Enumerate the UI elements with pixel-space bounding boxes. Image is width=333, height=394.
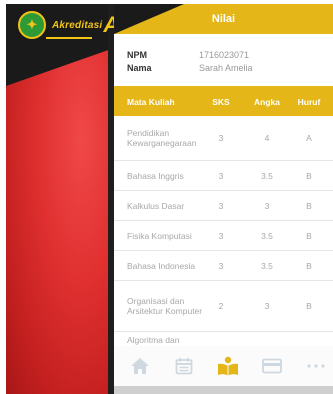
bottom-strip xyxy=(114,386,333,394)
course-name: Kalkulus Dasar xyxy=(127,200,185,211)
course-name: Bahasa Indonesia xyxy=(127,260,196,271)
course-letter: B xyxy=(306,200,312,211)
npm-label: NPM xyxy=(127,50,147,60)
course-sks: 2 xyxy=(218,301,224,311)
accreditation-logo: ✦ Akreditasi A xyxy=(18,11,114,39)
table-row[interactable]: Bahasa Inggris 3 3.5 B xyxy=(114,161,333,191)
course-value: 3.5 xyxy=(261,230,273,241)
table-row[interactable]: Bahasa Indonesia 3 3.5 B xyxy=(114,251,333,281)
course-letter: B xyxy=(306,260,312,271)
name-label: Nama xyxy=(127,63,152,73)
course-value: 3.5 xyxy=(261,260,273,271)
logo-letter: A xyxy=(103,14,114,36)
course-letter: B xyxy=(306,170,312,181)
npm-value: 1716023071 xyxy=(199,50,250,60)
logo-underline xyxy=(46,37,92,39)
course-name: Pendidikan Kewarganegaraan xyxy=(127,128,197,148)
phone-screen: Nilai NPM 1716023071 Nama Sarah Amelia M… xyxy=(114,4,333,394)
grades-table-header: Mata Kuliah SKS Angka Huruf xyxy=(114,86,333,116)
course-sks: 3 xyxy=(218,200,224,211)
course-sks: 3 xyxy=(218,260,224,271)
student-info: NPM 1716023071 Nama Sarah Amelia xyxy=(114,42,333,82)
course-sks: 3 xyxy=(218,170,224,181)
course-name: Fisika Komputasi xyxy=(127,230,192,241)
logo-text: Akreditasi xyxy=(52,19,103,31)
name-value: Sarah Amelia xyxy=(199,63,253,73)
left-dark-wedge xyxy=(6,48,114,86)
course-name: Organisasi dan Arsitektur Komputer xyxy=(127,296,203,316)
course-value: 3 xyxy=(264,301,270,311)
table-row[interactable]: Pendidikan Kewarganegaraan 3 4 A xyxy=(114,116,333,161)
card-icon[interactable] xyxy=(260,354,284,378)
more-icon[interactable] xyxy=(304,354,328,378)
table-row[interactable]: Kalkulus Dasar 3 3 B xyxy=(114,191,333,221)
home-icon[interactable] xyxy=(128,354,152,378)
course-name: Algoritma dan xyxy=(127,335,180,345)
course-value: 3 xyxy=(264,200,270,211)
header-course: Mata Kuliah xyxy=(127,97,175,107)
name-row: Nama Sarah Amelia xyxy=(127,63,253,73)
header-sks: SKS xyxy=(212,97,230,107)
app-header: Nilai xyxy=(114,4,333,34)
reader-icon[interactable] xyxy=(216,354,240,378)
left-decorative-panel: ✦ Akreditasi A xyxy=(6,4,114,394)
course-letter: B xyxy=(306,301,312,311)
course-letter: B xyxy=(306,230,312,241)
header-value: Angka xyxy=(254,97,280,107)
university-seal-icon: ✦ xyxy=(18,11,46,39)
header-letter: Huruf xyxy=(297,97,321,107)
course-name: Bahasa Inggris xyxy=(127,170,184,181)
course-value: 3.5 xyxy=(261,170,273,181)
course-sks: 3 xyxy=(218,133,224,143)
course-sks: 3 xyxy=(218,230,224,241)
npm-row: NPM 1716023071 xyxy=(127,50,249,60)
course-value: 4 xyxy=(264,133,270,143)
course-letter: A xyxy=(306,133,312,143)
page-title: Nilai xyxy=(211,13,236,25)
table-row[interactable]: Fisika Komputasi 3 3.5 B xyxy=(114,221,333,251)
calendar-icon[interactable] xyxy=(172,354,196,378)
table-row[interactable]: Organisasi dan Arsitektur Komputer 2 3 B xyxy=(114,281,333,332)
bottom-tab-bar xyxy=(114,346,333,386)
